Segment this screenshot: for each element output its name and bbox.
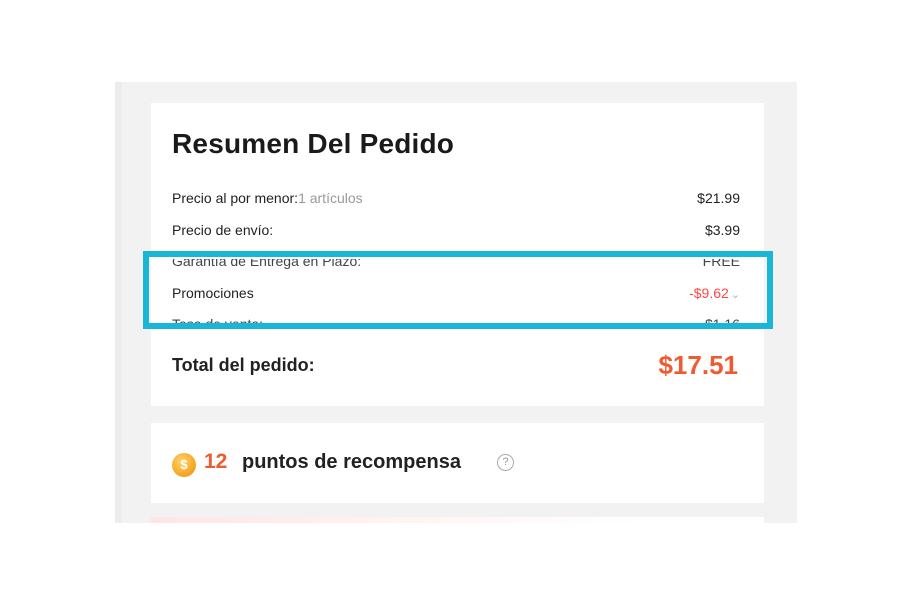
retail-price-label: Precio al por menor:1 artículos <box>172 190 363 206</box>
retail-price-row: Precio al por menor:1 artículos $21.99 <box>172 188 740 208</box>
retail-price-value: $21.99 <box>697 190 740 206</box>
coin-icon: $ <box>172 453 196 477</box>
question-circle-icon[interactable]: ? <box>497 454 514 471</box>
item-count: 1 artículos <box>298 190 363 206</box>
shipping-price-label: Precio de envío: <box>172 222 274 238</box>
order-total-value: $17.51 <box>658 350 738 380</box>
promotions-highlight-box <box>143 251 773 329</box>
reward-points-label: puntos de recompensa <box>242 451 461 473</box>
next-card-peek <box>151 517 764 523</box>
shipping-price-row: Precio de envío: $3.99 <box>172 220 740 240</box>
reward-points-count: 12 <box>204 450 228 473</box>
order-total-label: Total del pedido: <box>172 355 315 375</box>
shipping-price-value: $3.99 <box>704 222 740 238</box>
order-summary-title: Resumen Del Pedido <box>172 128 455 159</box>
panel-edge <box>115 82 122 523</box>
